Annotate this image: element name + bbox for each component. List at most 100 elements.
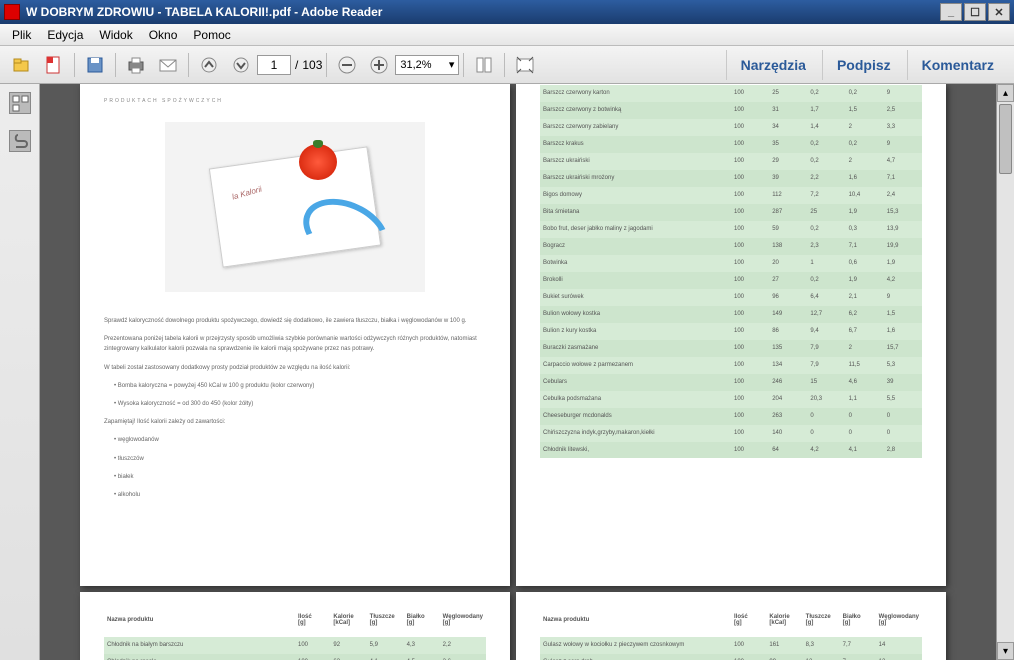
table-row: Bukiet surówek100966,42,19 (540, 289, 922, 306)
table-cell: 100 (731, 238, 769, 255)
table-cell: 1,5 (846, 102, 884, 119)
vertical-scrollbar[interactable]: ▴ ▾ (996, 84, 1014, 660)
read-mode-button[interactable] (511, 51, 539, 79)
menu-file[interactable]: Plik (4, 26, 39, 44)
thumbnails-icon[interactable] (9, 92, 31, 114)
create-pdf-button[interactable] (40, 51, 68, 79)
sign-button[interactable]: Podpisz (822, 50, 905, 80)
zoom-in-button[interactable] (365, 51, 393, 79)
separator (463, 53, 464, 77)
tools-button[interactable]: Narzędzia (726, 50, 820, 80)
scroll-up-button[interactable]: ▴ (997, 84, 1014, 102)
close-button[interactable]: ✕ (988, 3, 1010, 21)
col-header: Ilość[g] (731, 608, 766, 637)
table-cell: 100 (731, 442, 769, 459)
table-cell: 1,9 (846, 204, 884, 221)
table-cell: 287 (769, 204, 807, 221)
page-up-button[interactable] (195, 51, 223, 79)
table-cell: Chłodnik na rosole, (104, 654, 295, 660)
table-cell: 0 (807, 408, 845, 425)
table-cell: 1,5 (884, 306, 922, 323)
table-cell: 4,3 (404, 637, 440, 654)
table-cell: 100 (731, 102, 769, 119)
fit-view-button[interactable] (470, 51, 498, 79)
table-cell: 1,7 (807, 102, 845, 119)
table-cell: 4,5 (404, 654, 440, 660)
menu-edit[interactable]: Edycja (39, 26, 91, 44)
menu-window[interactable]: Okno (141, 26, 186, 44)
table-cell: 31 (769, 102, 807, 119)
pdf-page-3: Nazwa produktuIlość[g]Kalorie[kCal]Tłusz… (80, 592, 510, 660)
zoom-out-button[interactable] (333, 51, 361, 79)
page-header: PRODUKTACH SPOŻYWCZYCH (104, 98, 486, 104)
window-controls: _ ☐ ✕ (940, 3, 1010, 21)
col-header: Tłuszcze[g] (367, 608, 404, 637)
table-cell: 1,6 (884, 323, 922, 340)
scroll-thumb[interactable] (999, 104, 1012, 174)
table-cell: 0,2 (846, 85, 884, 102)
save-button[interactable] (81, 51, 109, 79)
email-button[interactable] (154, 51, 182, 79)
table-cell: 100 (731, 204, 769, 221)
table-cell: 59 (769, 221, 807, 238)
table-cell: 9 (884, 136, 922, 153)
table-cell: Cebulars (540, 374, 731, 391)
table-row: Bulion wołowy kostka10014912,76,21,5 (540, 306, 922, 323)
scroll-down-button[interactable]: ▾ (997, 642, 1014, 660)
table-cell: 13,9 (884, 221, 922, 238)
app-icon (4, 4, 20, 20)
comment-button[interactable]: Komentarz (907, 50, 1008, 80)
document-viewport[interactable]: PRODUKTACH SPOŻYWCZYCH la Kalorii Sprawd… (40, 84, 996, 660)
table-cell: Bogracz (540, 238, 731, 255)
table-cell: 100 (731, 357, 769, 374)
separator (115, 53, 116, 77)
table-cell: 2 (846, 340, 884, 357)
table-cell: Barszcz czerwony z botwinką (540, 102, 731, 119)
table-cell: 100 (731, 323, 769, 340)
table-cell: 9 (884, 85, 922, 102)
bullet: • Bomba kaloryczna = powyżej 450 kCal w … (114, 381, 486, 391)
table-cell: Botwinka (540, 255, 731, 272)
table-cell: 1 (807, 255, 845, 272)
pdf-page-4: Nazwa produktuIlość[g]Kalorie[kCal]Tłusz… (516, 592, 946, 660)
table-row: Cebulka podsmażana10020420,31,15,5 (540, 391, 922, 408)
table-cell: 0,6 (846, 255, 884, 272)
bullet: • Wysoka kaloryczność = od 300 do 450 (k… (114, 399, 486, 409)
window-titlebar: W DOBRYM ZDROWIU - TABELA KALORII!.pdf -… (0, 0, 1014, 24)
table-cell: 64 (769, 442, 807, 459)
table-cell: 99 (766, 654, 802, 660)
table-cell: 135 (769, 340, 807, 357)
pdf-page-1: PRODUKTACH SPOŻYWCZYCH la Kalorii Sprawd… (80, 84, 510, 586)
page-number-input[interactable] (257, 55, 291, 75)
maximize-button[interactable]: ☐ (964, 3, 986, 21)
table-cell: 100 (731, 136, 769, 153)
bullet: • alkoholu (114, 490, 486, 500)
open-button[interactable] (8, 51, 36, 79)
table-cell: 0,2 (807, 153, 845, 170)
minimize-button[interactable]: _ (940, 3, 962, 21)
bullet: • tłuszczów (114, 454, 486, 464)
table-cell: 1,4 (807, 119, 845, 136)
nav-sidebar (0, 84, 40, 660)
zoom-select[interactable]: 31,2% ▾ (395, 55, 459, 75)
table-cell: 63 (330, 654, 366, 660)
table-row: Carpaccio wołowe z parmezanem1001347,911… (540, 357, 922, 374)
table-cell: 4,1 (367, 654, 404, 660)
attachments-icon[interactable] (9, 130, 31, 152)
table-cell: 7 (840, 654, 876, 660)
bullet: • białek (114, 472, 486, 482)
table-cell: 134 (769, 357, 807, 374)
menu-view[interactable]: Widok (91, 26, 140, 44)
table-cell: Carpaccio wołowe z parmezanem (540, 357, 731, 374)
table-cell: 0 (846, 425, 884, 442)
table-cell: 7,9 (807, 357, 845, 374)
table-cell: 12,7 (807, 306, 845, 323)
table-row: Bita śmietana100287251,915,3 (540, 204, 922, 221)
page-down-button[interactable] (227, 51, 255, 79)
menu-help[interactable]: Pomoc (185, 26, 238, 44)
table-cell: 140 (769, 425, 807, 442)
table-row: Bulion z kury kostka100869,46,71,6 (540, 323, 922, 340)
scroll-track[interactable] (997, 102, 1014, 642)
print-button[interactable] (122, 51, 150, 79)
table-cell: Gulasz wołowy w kociołku z pieczywem czo… (540, 637, 731, 654)
